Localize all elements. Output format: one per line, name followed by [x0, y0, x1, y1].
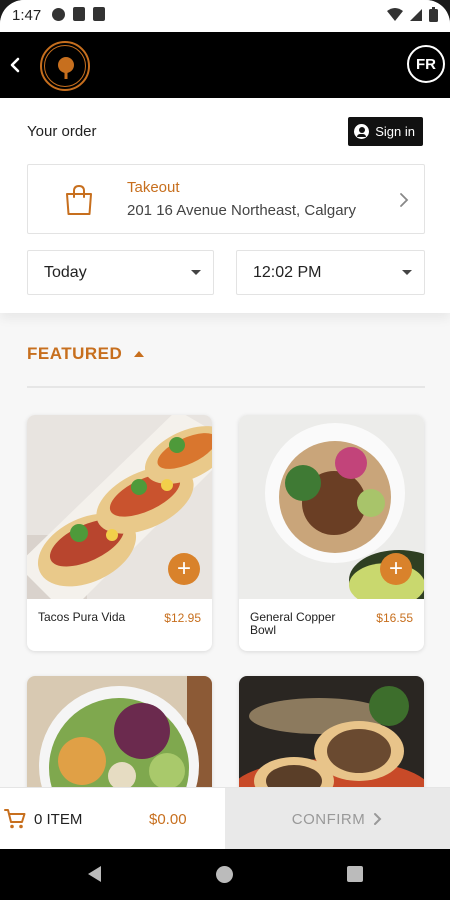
time-select[interactable]: 12:02 PM: [236, 250, 425, 295]
order-mode-selector[interactable]: Takeout 201 16 Avenue Northeast, Calgary: [27, 164, 425, 234]
bowl-image: +: [239, 415, 424, 599]
section-divider: [27, 386, 425, 388]
back-arrow-icon[interactable]: [6, 53, 26, 77]
wifi-icon: [387, 7, 403, 21]
cart-bar: 0 ITEM $0.00 CONFIRM: [0, 787, 450, 850]
chat-notification-icon: [52, 7, 65, 21]
signal-icon: [410, 8, 422, 21]
your-order-title: Your order: [27, 123, 97, 140]
tacos-image: +: [27, 415, 212, 599]
notification-icons: [52, 7, 105, 21]
storage-notification-icon: [73, 7, 85, 21]
confirm-label: CONFIRM: [291, 810, 366, 828]
nav-home-icon[interactable]: [216, 866, 233, 883]
restaurant-logo: [40, 41, 90, 91]
order-mode-label: Takeout: [127, 179, 180, 196]
menu-item-card[interactable]: + General Copper Bowl $16.55: [239, 415, 424, 651]
language-toggle-button[interactable]: FR: [407, 45, 445, 83]
account-icon: [354, 124, 370, 139]
menu-item-price: $16.55: [376, 611, 413, 625]
status-time: 1:47: [12, 7, 42, 24]
nav-recents-icon[interactable]: [347, 866, 363, 882]
app-screen: 1:47 FR Your order Sign in Takeout 201 1…: [0, 0, 450, 900]
featured-section-toggle[interactable]: FEATURED: [27, 344, 145, 364]
cart-summary[interactable]: 0 ITEM $0.00: [0, 788, 225, 850]
status-bar: 1:47: [0, 0, 450, 32]
system-navigation-bar: [0, 849, 450, 900]
nav-back-icon[interactable]: [88, 866, 101, 882]
day-select[interactable]: Today: [27, 250, 214, 295]
top-app-bar: FR: [0, 32, 450, 98]
dropdown-caret-icon: [191, 270, 201, 275]
logo-emblem: [44, 45, 86, 87]
collapse-caret-icon: [134, 351, 145, 357]
confirm-button[interactable]: CONFIRM: [225, 788, 450, 850]
selected-day: Today: [44, 264, 87, 281]
tree-icon: [58, 57, 74, 79]
featured-title: FEATURED: [27, 344, 123, 363]
selected-time: 12:02 PM: [253, 264, 322, 281]
sim-notification-icon: [93, 7, 105, 21]
add-to-cart-button[interactable]: +: [168, 553, 200, 585]
add-to-cart-button[interactable]: +: [380, 553, 412, 585]
dropdown-caret-icon: [402, 270, 412, 275]
shopping-cart-icon: [4, 809, 26, 829]
shopping-bag-icon: [66, 184, 92, 215]
system-icons: [387, 7, 438, 22]
menu-item-price: $12.95: [164, 611, 201, 625]
menu-item-card[interactable]: + Tacos Pura Vida $12.95: [27, 415, 212, 651]
chevron-right-icon: [400, 193, 409, 207]
cart-item-count: 0 ITEM: [34, 811, 83, 828]
battery-icon: [429, 7, 438, 22]
menu-item-name: Tacos Pura Vida: [38, 610, 126, 624]
order-details-section: Your order Sign in Takeout 201 16 Avenue…: [0, 98, 450, 313]
cart-total: $0.00: [149, 811, 187, 828]
sign-in-button[interactable]: Sign in: [348, 117, 423, 146]
menu-item-name: General Copper Bowl: [250, 610, 336, 637]
sign-in-label: Sign in: [375, 124, 415, 139]
chevron-right-icon: [374, 813, 382, 825]
pickup-address: 201 16 Avenue Northeast, Calgary: [127, 202, 357, 219]
